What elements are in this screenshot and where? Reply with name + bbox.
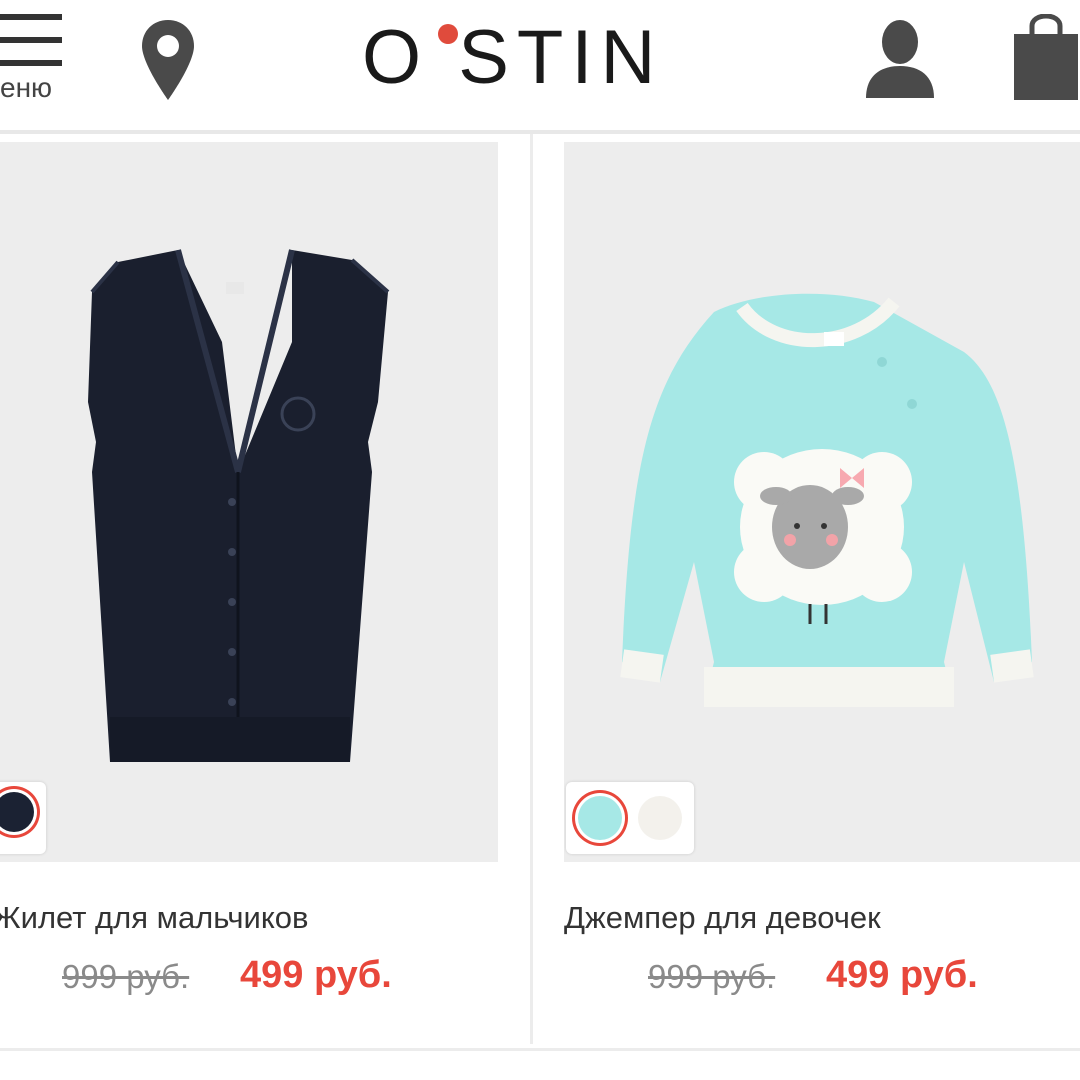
menu-button[interactable]: еню xyxy=(0,0,80,112)
shopping-bag-icon[interactable] xyxy=(1012,14,1080,102)
color-swatch-navy[interactable] xyxy=(0,792,34,832)
color-swatches xyxy=(566,782,694,854)
logo-text: O STIN xyxy=(362,15,664,100)
brand-logo[interactable]: O STIN xyxy=(362,18,702,98)
jumper-image xyxy=(620,293,1034,707)
logo-dot xyxy=(438,24,458,44)
product-title[interactable]: Жилет для мальчиков xyxy=(0,900,308,936)
location-pin-icon[interactable] xyxy=(140,18,196,102)
menu-icon-bar xyxy=(0,37,62,43)
menu-icon xyxy=(0,14,62,20)
color-swatch-mint[interactable] xyxy=(578,796,622,840)
vest-image xyxy=(88,249,390,762)
sale-price: 499 руб. xyxy=(240,954,392,996)
row-divider xyxy=(0,1048,1080,1051)
top-header: еню O STIN xyxy=(0,0,1080,130)
product-image-jumper[interactable] xyxy=(564,142,1080,862)
color-swatch-white[interactable] xyxy=(638,796,682,840)
color-swatches xyxy=(0,782,46,854)
sale-price: 499 руб. xyxy=(826,954,978,996)
product-title[interactable]: Джемпер для девочек xyxy=(564,900,881,936)
menu-label: еню xyxy=(0,72,53,103)
old-price: 999 руб. xyxy=(62,958,190,995)
menu-icon-bar xyxy=(0,60,62,66)
product-image-vest[interactable] xyxy=(0,142,498,862)
user-icon[interactable] xyxy=(862,18,938,100)
header-divider xyxy=(0,130,1080,134)
old-price: 999 руб. xyxy=(648,958,776,995)
column-divider xyxy=(530,134,533,1044)
